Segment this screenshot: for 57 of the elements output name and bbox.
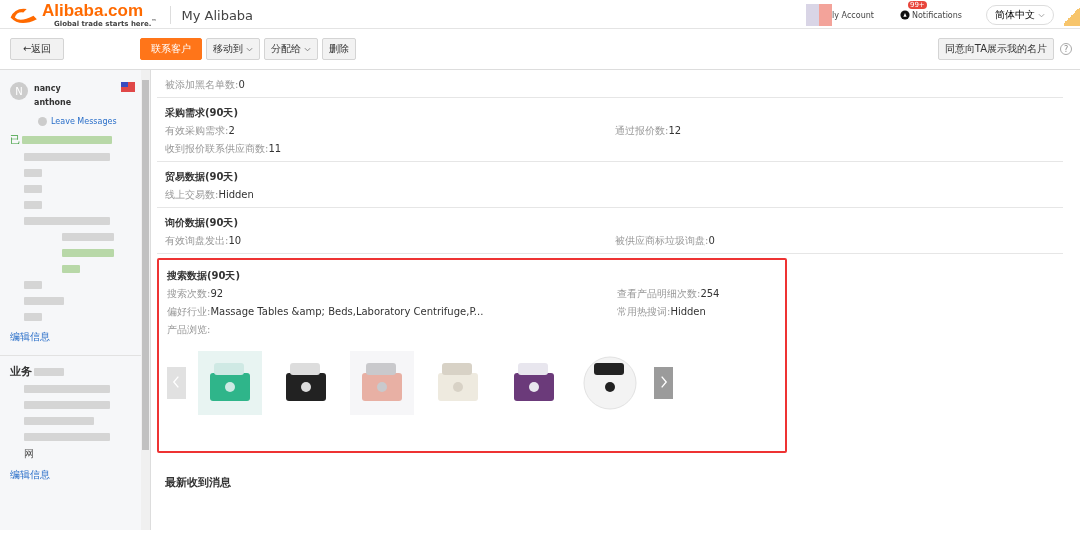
language-selector[interactable]: 简体中文 [986,5,1054,25]
flag-icon [121,82,135,92]
stat-field: 有效询盘发出:10 [165,234,615,248]
caret-icon [1038,12,1045,18]
edit-info-link[interactable]: 编辑信息 [10,468,135,482]
stat-field: 有效采购需求:2 [165,124,615,138]
blurred-label: 网 [24,447,35,461]
status-text: 已 [10,133,20,147]
scrollbar[interactable] [141,70,150,530]
stat-field: 偏好行业:Massage Tables &amp; Beds,Laboratory Centrifuge,P... [167,305,617,319]
stat-field: 搜索次数:92 [167,287,617,301]
stat-field: 被添加黑名单数:0 [165,78,615,92]
section-heading: 最新收到消息 [165,475,232,490]
status-icon [38,117,47,126]
action-button[interactable]: 分配给 [264,38,319,60]
section-title: 采购需求(90天) [165,106,240,120]
blurred-text [62,233,114,241]
caret-icon [304,46,312,52]
blurred-text [24,297,64,305]
previous-button[interactable] [167,367,186,399]
contact-first-name: nancy [34,83,62,95]
section-title: 贸易数据(90天) [165,170,240,184]
blurred-text [24,201,42,209]
stat-field: 查看产品明细次数:254 [617,287,720,301]
action-button[interactable]: 删除 [322,38,357,60]
blurred-text [24,313,42,321]
stat-field: 收到报价联系供应商数:11 [165,142,615,156]
section-heading: 业务 [10,364,32,379]
leave-messages-link[interactable]: Leave Messages [51,117,117,126]
chevron-left-icon [172,373,181,390]
next-button[interactable] [654,367,673,399]
stat-field: 通过报价数:12 [615,124,682,138]
back-button[interactable]: ←返回 [10,38,65,60]
blurred-text [24,417,94,425]
logo-wordmark: Alibaba.com [42,1,145,19]
share-card-button[interactable]: 同意向TA展示我的名片 [937,38,1054,60]
stat-field: 被供应商标垃圾询盘:0 [615,234,715,248]
caret-icon [246,46,254,52]
blurred-text [24,281,42,289]
notifications-link[interactable]: Notifications [911,10,962,20]
action-button[interactable]: 移动到 [206,38,261,60]
section-title: 搜索数据(90天) [167,269,242,283]
blurred-text [62,249,114,257]
stat-field: 线上交易数:Hidden [165,188,615,202]
blurred-text [34,367,64,376]
stat-field: 常用热搜词:Hidden [617,305,706,319]
blurred-text [24,169,42,177]
account-link[interactable]: ly Account [832,10,874,20]
bell-icon [899,10,910,20]
blurred-avatar [806,4,833,26]
blurred-text [62,265,80,273]
page-title: My Alibaba [181,7,254,23]
contact-last-name: anthone [34,97,73,109]
section-title: 询价数据(90天) [165,216,240,230]
blurred-text [24,185,42,193]
stat-field: 产品浏览: [167,323,617,337]
edit-info-link[interactable]: 编辑信息 [10,330,135,344]
